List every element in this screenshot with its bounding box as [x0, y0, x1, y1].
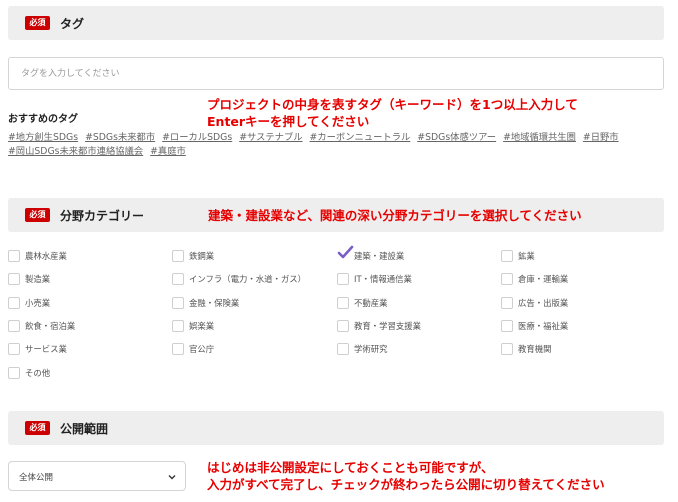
- category-checkbox[interactable]: [501, 296, 513, 309]
- category-option-label: 学術研究: [354, 344, 388, 355]
- category-option-label: 不動産業: [354, 297, 388, 308]
- category-checkbox[interactable]: [337, 343, 349, 356]
- visibility-section-header: 必須 公開範囲: [8, 411, 664, 445]
- category-option-label: 農林水産業: [25, 251, 67, 261]
- category-checkbox[interactable]: [501, 343, 513, 356]
- checkmark-icon[interactable]: [337, 245, 354, 259]
- category-checkbox[interactable]: [337, 319, 349, 332]
- category-option-label: 製造業: [25, 274, 51, 285]
- category-option-label: 教育機関: [518, 344, 552, 355]
- recommended-tag-link[interactable]: #岡山SDGs未来都市連絡協議会: [8, 146, 143, 157]
- required-badge: 必須: [25, 16, 50, 30]
- category-option-label: 飲食・宿泊業: [25, 320, 76, 331]
- recommended-tag-link[interactable]: #カーボンニュートラル: [310, 132, 411, 143]
- category-checkbox[interactable]: [337, 273, 349, 286]
- required-badge: 必須: [25, 421, 50, 435]
- category-option-label: IT・情報通信業: [354, 274, 412, 285]
- category-checkbox[interactable]: [172, 250, 184, 262]
- tags-annotation-line-2: Enterキーを押してください: [207, 114, 370, 129]
- recommended-tag-link[interactable]: #サステナブル: [239, 132, 302, 143]
- recommended-tag-link[interactable]: #SDGs体感ツアー: [417, 132, 496, 143]
- category-option-label: 医療・福祉業: [518, 320, 569, 331]
- category-checkbox[interactable]: [172, 273, 184, 286]
- tag-input[interactable]: [8, 57, 664, 90]
- recommended-tag-link[interactable]: #日野市: [583, 132, 619, 143]
- category-checkbox[interactable]: [501, 319, 513, 332]
- category-checkbox[interactable]: [8, 366, 20, 379]
- visibility-select[interactable]: 全体公開: [8, 461, 186, 491]
- category-checkbox[interactable]: [172, 319, 184, 332]
- category-option-label: 金融・保険業: [189, 297, 240, 308]
- category-option-label: インフラ（電力・水道・ガス）: [189, 274, 306, 285]
- visibility-selected-value: 全体公開: [19, 473, 54, 483]
- category-checkbox[interactable]: [8, 343, 20, 356]
- category-checkbox[interactable]: [172, 296, 184, 309]
- category-checkbox[interactable]: [501, 273, 513, 286]
- tags-section-header: 必須 タグ: [8, 6, 664, 40]
- visibility-annotation-line-1: はじめは非公開設定にしておくことも可能ですが、: [207, 460, 494, 475]
- visibility-annotation: はじめは非公開設定にしておくことも可能ですが、 入力がすべて完了し、チェックが終…: [207, 459, 605, 493]
- category-checkbox[interactable]: [172, 343, 184, 356]
- required-badge: 必須: [25, 208, 50, 222]
- category-checkbox[interactable]: [8, 273, 20, 286]
- category-annotation: 建築・建設業など、関連の深い分野カテゴリーを選択してください: [208, 208, 582, 223]
- category-section-title: 分野カテゴリー: [60, 209, 145, 223]
- category-checkbox[interactable]: [8, 296, 20, 309]
- visibility-section-title: 公開範囲: [60, 422, 109, 436]
- category-option-label: 教育・学習支援業: [354, 320, 421, 331]
- recommended-tag-link[interactable]: #ローカルSDGs: [162, 132, 232, 143]
- tags-section-title: タグ: [60, 17, 85, 31]
- category-option-label: 倉庫・運輸業: [518, 274, 569, 285]
- tags-annotation-line-1: プロジェクトの中身を表すタグ（キーワード）を1つ以上入力して: [207, 97, 578, 112]
- category-option-label: その他: [25, 367, 51, 378]
- recommended-tag-link[interactable]: #地方創生SDGs: [8, 132, 78, 143]
- recommended-tag-link[interactable]: #地域循環共生圏: [503, 132, 576, 143]
- category-option-label: 鉱業: [518, 251, 535, 261]
- recommended-tag-link[interactable]: #真庭市: [150, 146, 186, 157]
- category-option-label: 小売業: [25, 297, 51, 308]
- visibility-annotation-line-2: 入力がすべて完了し、チェックが終わったら公開に切り替えてください: [207, 477, 605, 492]
- category-option-label: 鉄鋼業: [189, 251, 215, 261]
- chevron-down-icon: [168, 475, 176, 480]
- category-option-label: 建築・建設業: [354, 251, 405, 261]
- recommended-tags-label: おすすめのタグ: [8, 114, 78, 125]
- category-option-label: 広告・出版業: [518, 297, 569, 308]
- category-checkbox[interactable]: [337, 296, 349, 309]
- category-checkbox[interactable]: [8, 319, 20, 332]
- category-checkbox[interactable]: [8, 250, 20, 262]
- category-checkbox[interactable]: [501, 250, 513, 262]
- category-option-label: サービス業: [25, 344, 67, 355]
- category-option-label: 娯楽業: [189, 320, 215, 331]
- tags-annotation: プロジェクトの中身を表すタグ（キーワード）を1つ以上入力して Enterキーを押…: [207, 96, 578, 130]
- category-option-label: 官公庁: [189, 344, 215, 355]
- recommended-tag-link[interactable]: #SDGs未来都市: [85, 132, 155, 143]
- recommended-tags-list: #地方創生SDGs #SDGs未来都市 #ローカルSDGs #サステナブル #カ…: [8, 131, 668, 159]
